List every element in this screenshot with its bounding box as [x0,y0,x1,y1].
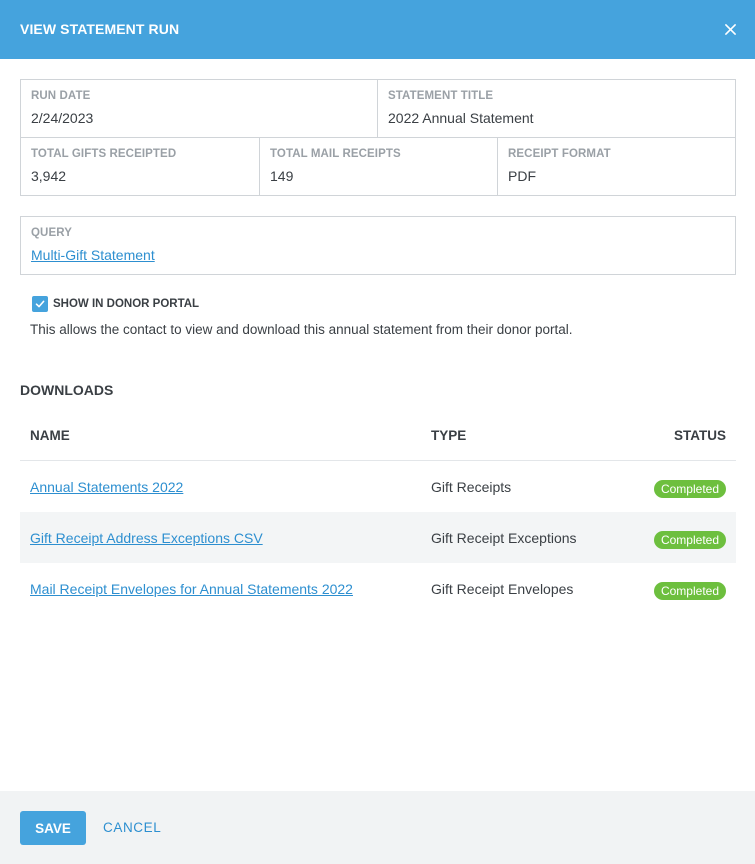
show-in-donor-portal-checkbox[interactable] [32,296,48,312]
table-row: Mail Receipt Envelopes for Annual Statem… [20,563,736,614]
close-button[interactable] [719,18,741,40]
status-badge: Completed [653,531,726,549]
run-date-label: RUN DATE [31,90,91,102]
column-header-type[interactable]: TYPE [431,428,466,443]
total-mail-cell: TOTAL MAIL RECEIPTS 149 [260,138,498,196]
total-mail-value: 149 [270,168,294,184]
run-date-value: 2/24/2023 [31,110,94,126]
column-header-name[interactable]: NAME [30,428,70,443]
close-icon [724,23,736,35]
download-type: Gift Receipts [431,479,512,495]
download-link[interactable]: Mail Receipt Envelopes for Annual Statem… [30,581,353,597]
download-type: Gift Receipt Exceptions [431,530,577,546]
downloads-heading: DOWNLOADS [20,382,114,398]
status-badge: Completed [653,480,726,498]
query-link[interactable]: Multi-Gift Statement [31,247,155,263]
donor-portal-row: SHOW IN DONOR PORTAL [32,296,199,312]
downloads-table: NAME TYPE STATUS Annual Statements 2022 … [20,410,736,614]
statement-title-cell: STATEMENT TITLE 2022 Annual Statement [378,80,735,138]
query-label: QUERY [31,227,72,239]
table-row: Annual Statements 2022 Gift Receipts Com… [20,461,736,512]
modal-title: VIEW STATEMENT RUN [20,21,180,37]
donor-portal-description: This allows the contact to view and down… [30,322,573,337]
table-row: Gift Receipt Address Exceptions CSV Gift… [20,512,736,563]
show-in-donor-portal-label[interactable]: SHOW IN DONOR PORTAL [53,298,199,310]
status-badge: Completed [653,582,726,600]
total-gifts-cell: TOTAL GIFTS RECEIPTED 3,942 [21,138,260,196]
cancel-button[interactable]: CANCEL [103,820,161,835]
run-date-cell: RUN DATE 2/24/2023 [21,80,378,138]
column-header-status[interactable]: STATUS [674,428,726,443]
receipt-format-cell: RECEIPT FORMAT PDF [498,138,735,196]
statement-title-label: STATEMENT TITLE [388,90,494,102]
statement-title-value: 2022 Annual Statement [388,110,534,126]
modal-header: VIEW STATEMENT RUN [0,0,755,59]
download-link[interactable]: Annual Statements 2022 [30,479,183,495]
save-button[interactable]: SAVE [20,811,86,845]
receipt-format-value: PDF [508,168,536,184]
query-section: QUERY Multi-Gift Statement [20,216,736,275]
receipt-format-label: RECEIPT FORMAT [508,148,611,160]
modal-footer: SAVE CANCEL [0,791,755,864]
statement-details: RUN DATE 2/24/2023 STATEMENT TITLE 2022 … [20,79,736,196]
download-link[interactable]: Gift Receipt Address Exceptions CSV [30,530,263,546]
download-type: Gift Receipt Envelopes [431,581,574,597]
total-gifts-value: 3,942 [31,168,67,184]
table-header: NAME TYPE STATUS [20,410,736,461]
total-mail-label: TOTAL MAIL RECEIPTS [270,148,401,160]
checkmark-icon [35,300,45,308]
total-gifts-label: TOTAL GIFTS RECEIPTED [31,148,177,160]
